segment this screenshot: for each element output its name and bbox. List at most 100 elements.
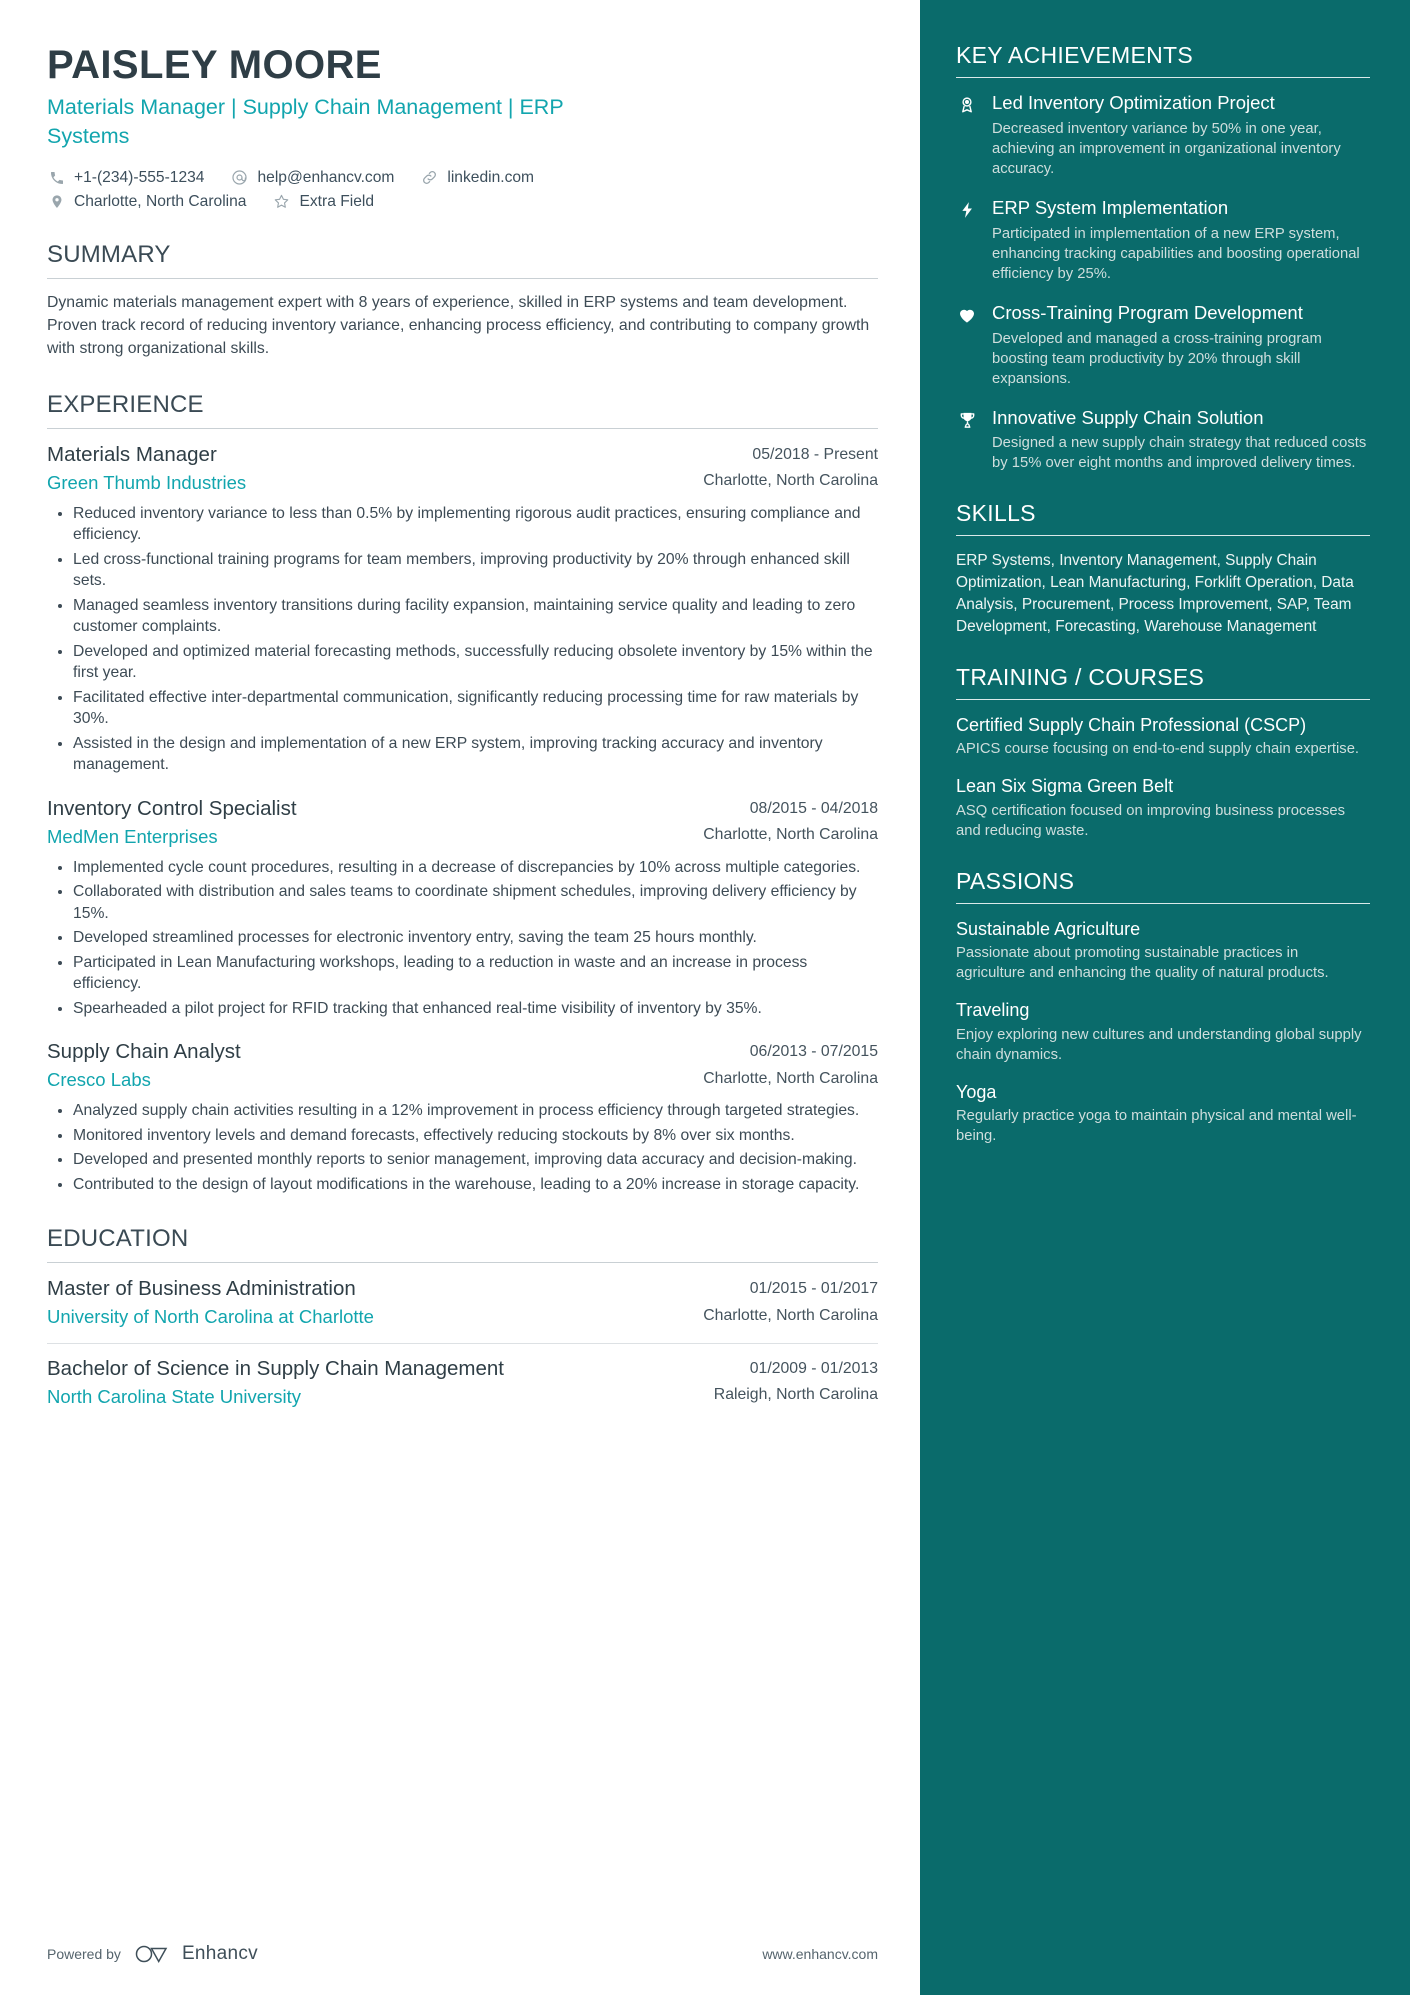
education-school: University of North Carolina at Charlott… <box>47 1306 374 1328</box>
contact-email[interactable]: help@enhancv.com <box>230 168 394 187</box>
achievement-description: Designed a new supply chain strategy tha… <box>992 435 1367 472</box>
bullet-item: Managed seamless inventory transitions d… <box>73 595 878 638</box>
education-dates: 01/2009 - 01/2013 <box>749 1359 878 1377</box>
key-achievements-section: KEY ACHIEVEMENTS Led Inventory Optimizat… <box>956 42 1370 474</box>
experience-company: Green Thumb Industries <box>47 471 247 493</box>
course-description: APICS course focusing on end-to-end supp… <box>956 741 1360 758</box>
contact-phone[interactable]: +1-(234)-555-1234 <box>47 168 204 187</box>
resume-page: PAISLEY MOORE Materials Manager | Supply… <box>0 0 1410 1995</box>
page-footer: Powered by Enhancv www.enhancv.com <box>47 1943 878 1965</box>
education-divider <box>47 1262 878 1264</box>
training-title: TRAINING / COURSES <box>956 663 1205 690</box>
education-entry: Bachelor of Science in Supply Chain Mana… <box>47 1356 878 1408</box>
passion-item: Traveling Enjoy exploring new cultures a… <box>956 999 1370 1065</box>
experience-location: Charlotte, North Carolina <box>703 1069 878 1087</box>
achievement-title: Led Inventory Optimization Project <box>992 92 1275 113</box>
bullet-item: Implemented cycle count procedures, resu… <box>73 857 878 879</box>
summary-text: Dynamic materials management expert with… <box>47 294 870 357</box>
achievement-item: Led Inventory Optimization Project Decre… <box>956 92 1370 180</box>
passion-item: Yoga Regularly practice yoga to maintain… <box>956 1081 1370 1147</box>
experience-company: Cresco Labs <box>47 1069 151 1091</box>
experience-bullets: Reduced inventory variance to less than … <box>47 503 878 776</box>
contact-row-2: Charlotte, North Carolina Extra Field <box>47 192 878 211</box>
passion-title: Sustainable Agriculture <box>956 918 1141 939</box>
contact-block: +1-(234)-555-1234 help@enhancv.com linke… <box>47 168 878 211</box>
infinity-logo-icon <box>135 1945 168 1964</box>
achievement-description: Participated in implementation of a new … <box>992 225 1360 282</box>
contact-linkedin[interactable]: linkedin.com <box>420 168 534 187</box>
bullet-item: Developed and optimized material forecas… <box>73 641 878 684</box>
education-school: North Carolina State University <box>47 1385 301 1407</box>
course-title: Certified Supply Chain Professional (CSC… <box>956 714 1307 735</box>
experience-divider <box>47 427 878 429</box>
powered-by-label: Powered by <box>47 1946 121 1962</box>
skills-divider <box>956 535 1370 537</box>
passions-divider <box>956 902 1370 904</box>
bullet-item: Facilitated effective inter-departmental… <box>73 687 878 730</box>
key-achievements-divider <box>956 77 1370 78</box>
link-icon <box>420 168 439 187</box>
candidate-name: PAISLEY MOORE <box>47 43 382 87</box>
experience-role: Inventory Control Specialist <box>47 796 297 820</box>
passion-description: Enjoy exploring new cultures and underst… <box>956 1026 1362 1063</box>
achievement-description: Developed and managed a cross-training p… <box>992 330 1322 387</box>
experience-bullets: Analyzed supply chain activities resulti… <box>47 1100 878 1195</box>
sidebar: KEY ACHIEVEMENTS Led Inventory Optimizat… <box>920 0 1410 1995</box>
experience-company: MedMen Enterprises <box>47 825 218 847</box>
contact-location[interactable]: Charlotte, North Carolina <box>47 192 246 211</box>
brand-block: Powered by Enhancv <box>47 1943 258 1965</box>
training-divider <box>956 698 1370 700</box>
experience-entry: Materials Manager Green Thumb Industries… <box>47 442 878 776</box>
contact-extra-field-text: Extra Field <box>299 192 375 210</box>
contact-linkedin-text: linkedin.com <box>447 168 535 186</box>
bullet-item: Monitored inventory levels and demand fo… <box>73 1125 878 1147</box>
experience-section: EXPERIENCE Materials Manager Green Thumb… <box>47 391 878 1196</box>
candidate-headline: Materials Manager | Supply Chain Managem… <box>47 95 564 148</box>
education-dates: 01/2015 - 01/2017 <box>749 1280 878 1298</box>
education-location: Raleigh, North Carolina <box>713 1386 878 1404</box>
experience-entry: Supply Chain Analyst Cresco Labs 06/2013… <box>47 1039 878 1195</box>
enhancv-logo: Enhancv <box>133 1943 258 1965</box>
experience-role: Materials Manager <box>47 442 217 466</box>
bullet-item: Spearheaded a pilot project for RFID tra… <box>73 998 878 1020</box>
achievement-item: Cross-Training Program Development Devel… <box>956 302 1370 390</box>
location-icon <box>47 192 66 211</box>
award-ribbon-icon <box>956 92 978 116</box>
training-section: TRAINING / COURSES Certified Supply Chai… <box>956 664 1370 842</box>
heart-icon <box>956 302 978 326</box>
bullet-item: Analyzed supply chain activities resulti… <box>73 1100 878 1122</box>
lightning-bolt-icon <box>956 197 978 221</box>
education-section: EDUCATION Master of Business Administrat… <box>47 1225 878 1407</box>
contact-location-text: Charlotte, North Carolina <box>74 192 247 210</box>
passions-section: PASSIONS Sustainable Agriculture Passion… <box>956 868 1370 1147</box>
experience-bullets: Implemented cycle count procedures, resu… <box>47 857 878 1020</box>
experience-dates: 05/2018 - Present <box>752 445 878 463</box>
skills-section: SKILLS ERP Systems, Inventory Management… <box>956 500 1370 638</box>
course-title: Lean Six Sigma Green Belt <box>956 776 1174 797</box>
achievement-item: ERP System Implementation Participated i… <box>956 197 1370 285</box>
summary-title: SUMMARY <box>47 241 171 269</box>
passions-title: PASSIONS <box>956 867 1075 894</box>
achievement-description: Decreased inventory variance by 50% in o… <box>992 120 1341 177</box>
course-item: Certified Supply Chain Professional (CSC… <box>956 714 1370 760</box>
education-entry: Master of Business Administration Univer… <box>47 1276 878 1328</box>
education-degree: Bachelor of Science in Supply Chain Mana… <box>47 1356 504 1380</box>
contact-email-text: help@enhancv.com <box>257 168 395 186</box>
phone-icon <box>47 168 66 187</box>
experience-dates: 08/2015 - 04/2018 <box>749 799 878 817</box>
brand-name: Enhancv <box>181 1943 258 1964</box>
experience-title: EXPERIENCE <box>47 390 204 418</box>
star-icon <box>272 192 291 211</box>
bullet-item: Contributed to the design of layout modi… <box>73 1174 878 1196</box>
footer-website[interactable]: www.enhancv.com <box>762 1946 878 1962</box>
bullet-item: Developed and presented monthly reports … <box>73 1149 878 1171</box>
contact-extra-field[interactable]: Extra Field <box>272 192 374 211</box>
passion-title: Traveling <box>956 1000 1030 1021</box>
achievement-title: Innovative Supply Chain Solution <box>992 406 1264 428</box>
experience-location: Charlotte, North Carolina <box>703 472 878 490</box>
skills-text: ERP Systems, Inventory Management, Suppl… <box>956 552 1354 636</box>
experience-dates: 06/2013 - 07/2015 <box>749 1043 878 1061</box>
experience-location: Charlotte, North Carolina <box>703 826 878 844</box>
achievement-title: Cross-Training Program Development <box>992 301 1303 323</box>
course-description: ASQ certification focused on improving b… <box>956 802 1346 839</box>
